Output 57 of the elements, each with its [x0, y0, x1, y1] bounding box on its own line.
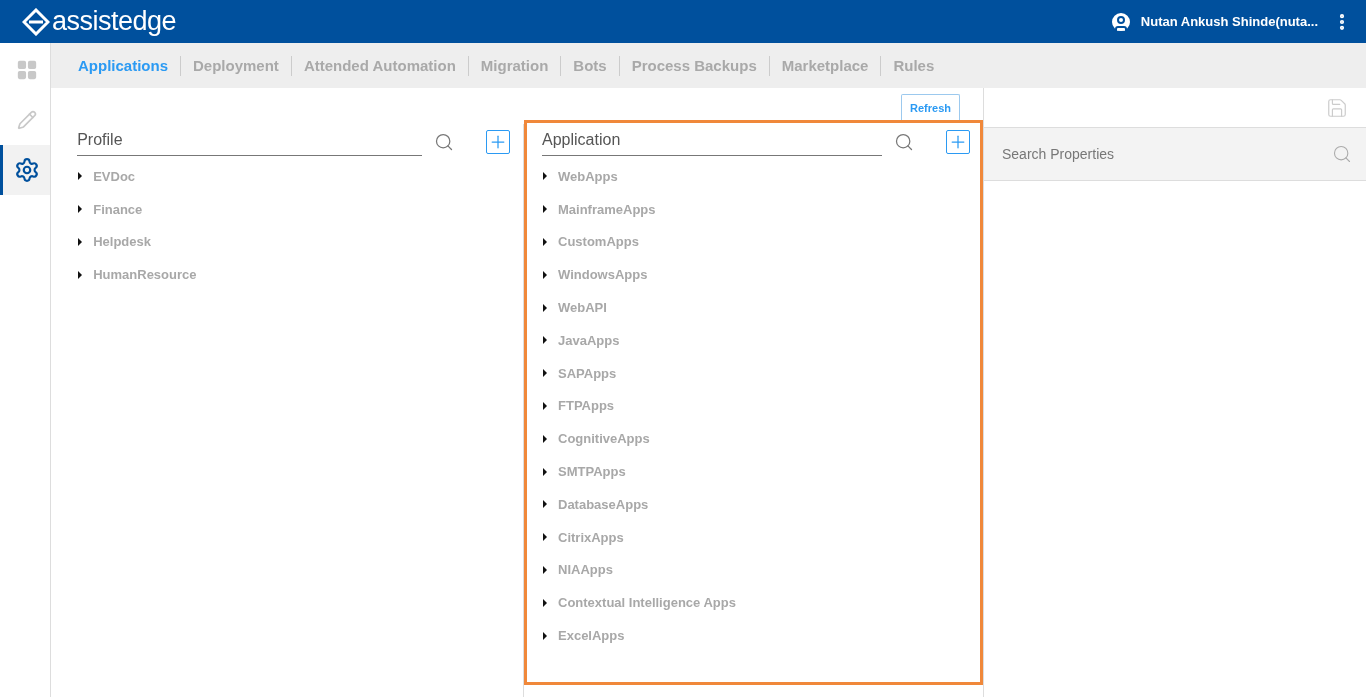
caret-icon[interactable] [542, 533, 548, 542]
tree-item[interactable]: SMTPApps [558, 464, 626, 480]
nav-tab[interactable]: Bots [568, 57, 612, 74]
tree-item[interactable]: Helpdesk [93, 234, 151, 250]
tree-item[interactable]: WindowsApps [558, 267, 648, 283]
caret-icon[interactable] [542, 172, 548, 181]
search-icon[interactable] [894, 131, 914, 152]
tree-item[interactable]: NIAApps [558, 562, 613, 578]
nav-tab[interactable]: Applications [73, 57, 173, 74]
pencil-icon [16, 110, 37, 130]
tree-item[interactable]: WebAPI [558, 300, 607, 316]
tree-item[interactable]: EVDoc [93, 168, 136, 184]
tree-item[interactable]: ExcelApps [558, 628, 625, 644]
nav-tab[interactable]: Attended Automation [298, 57, 461, 74]
settings-nav-button[interactable] [0, 145, 50, 195]
caret-icon[interactable] [542, 336, 548, 345]
caret-icon[interactable] [542, 303, 548, 312]
caret-icon[interactable] [542, 270, 548, 279]
tree-item[interactable]: JavaApps [558, 332, 620, 348]
caret-icon[interactable] [542, 401, 548, 410]
nav-tab[interactable]: Process Backups [626, 57, 762, 74]
caret-icon[interactable] [77, 270, 84, 279]
tree-item[interactable]: Finance [93, 201, 143, 217]
nav-tab[interactable]: Migration [475, 57, 554, 74]
refresh-button[interactable]: Refresh [901, 94, 960, 120]
caret-icon[interactable] [77, 172, 84, 181]
nav-tab[interactable]: Marketplace [776, 57, 874, 74]
caret-icon[interactable] [542, 500, 548, 509]
settings-icon [13, 157, 40, 183]
caret-icon[interactable] [542, 434, 548, 443]
caret-icon[interactable] [542, 598, 548, 607]
tree-item[interactable]: DatabaseApps [558, 496, 649, 512]
tree-item[interactable]: HumanResource [93, 267, 197, 283]
tree-item[interactable]: Contextual Intelligence Apps [558, 595, 736, 611]
caret-icon[interactable] [542, 467, 548, 476]
tree-item[interactable]: FTPApps [558, 398, 615, 414]
tree-item[interactable]: CustomApps [558, 234, 639, 250]
tree-item[interactable]: CognitiveApps [558, 431, 650, 447]
tree-item[interactable]: WebApps [558, 168, 618, 184]
caret-icon[interactable] [542, 238, 548, 246]
caret-icon[interactable] [542, 565, 548, 574]
tree-item[interactable]: MainframeApps [558, 201, 656, 217]
caret-icon[interactable] [542, 205, 548, 214]
caret-icon[interactable] [77, 238, 84, 246]
grid-icon [15, 59, 38, 81]
nav-tab[interactable]: Deployment [188, 57, 284, 74]
logo-text: assistedge [52, 6, 177, 37]
user-name[interactable]: Nutan Ankush Shinde(nuta... [1140, 14, 1318, 29]
nav-tab[interactable]: Rules [888, 57, 940, 74]
search-field[interactable]: Search Properties [984, 128, 1366, 180]
logo-icon [22, 7, 50, 36]
caret-icon[interactable] [542, 369, 548, 378]
caret-icon[interactable] [77, 205, 84, 214]
tree-item[interactable]: SAPApps [558, 365, 617, 381]
search-icon[interactable] [434, 131, 455, 152]
caret-icon[interactable] [542, 631, 548, 640]
tree-item[interactable]: CitrixApps [558, 529, 624, 545]
